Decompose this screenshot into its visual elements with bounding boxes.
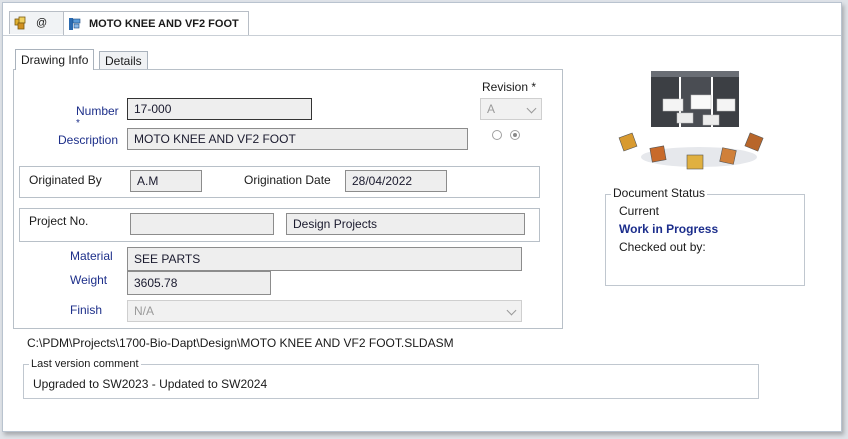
version-comment-text: Upgraded to SW2023 - Updated to SW2024	[33, 377, 268, 391]
origination-date-field[interactable]: 28/04/2022	[345, 170, 447, 192]
project-no-label: Project No.	[29, 214, 89, 228]
project-group: Project No. Design Projects	[19, 208, 540, 242]
number-label: Number	[76, 104, 119, 118]
status-current-label: Current	[619, 204, 660, 218]
tab-details-label: Details	[105, 54, 142, 68]
tab-details[interactable]: Details	[99, 51, 148, 70]
file-tab-bar: @ MOTO KNEE AND VF2 FOOT	[3, 3, 841, 36]
project-no-field[interactable]	[130, 213, 274, 235]
data-card-panel: @ MOTO KNEE AND VF2 FOOT Drawing Info De…	[2, 2, 842, 432]
file-tab-references[interactable]: @	[9, 11, 67, 34]
origination-group: Originated By A.M Origination Date 28/04…	[19, 166, 540, 198]
version-comment-title: Last version comment	[29, 358, 141, 370]
material-field[interactable]: SEE PARTS	[127, 247, 522, 271]
revision-label: Revision *	[482, 80, 537, 94]
number-field[interactable]: 17-000	[127, 98, 312, 120]
drawing-info-form: Number * 17-000 Description MOTO KNEE AN…	[13, 69, 563, 329]
tab-drawing-info[interactable]: Drawing Info	[15, 49, 95, 70]
weight-field[interactable]: 3605.78	[127, 271, 271, 295]
vault-server-illustration	[618, 71, 764, 170]
finish-select[interactable]: N/A	[127, 300, 522, 322]
description-value: MOTO KNEE AND VF2 FOOT	[134, 132, 296, 146]
description-field[interactable]: MOTO KNEE AND VF2 FOOT	[127, 128, 468, 150]
file-tab-moto-knee[interactable]: MOTO KNEE AND VF2 FOOT	[63, 11, 249, 35]
file-tab-moto-knee-label: MOTO KNEE AND VF2 FOOT	[89, 17, 239, 30]
chevron-down-icon	[526, 103, 537, 114]
status-state-value: Work in Progress	[619, 222, 719, 236]
file-path: C:\PDM\Projects\1700-Bio-Dapt\Design\MOT…	[27, 336, 454, 350]
originated-by-value: A.M	[137, 174, 159, 188]
weight-label: Weight	[70, 273, 108, 287]
origination-date-label: Origination Date	[244, 173, 331, 187]
revision-value: A	[487, 102, 496, 116]
revision-radio-1[interactable]	[492, 130, 502, 140]
checked-out-label: Checked out by:	[619, 240, 706, 254]
description-label: Description	[58, 133, 119, 147]
material-value: SEE PARTS	[134, 252, 201, 266]
assembly-icon	[14, 16, 26, 30]
assembly-file-icon	[69, 17, 81, 30]
document-status-title: Document Status	[611, 186, 708, 200]
revision-select[interactable]: A	[480, 98, 542, 120]
material-label: Material	[70, 249, 113, 263]
finish-label: Finish	[70, 303, 103, 317]
finish-value: N/A	[134, 304, 155, 318]
revision-radio-2[interactable]	[510, 130, 520, 140]
origination-date-value: 28/04/2022	[352, 174, 413, 188]
originated-by-field[interactable]: A.M	[130, 170, 202, 192]
originated-by-label: Originated By	[29, 173, 102, 187]
weight-value: 3605.78	[134, 276, 178, 290]
number-required-marker: *	[76, 118, 80, 129]
chevron-down-icon	[506, 305, 517, 316]
tab-drawing-info-label: Drawing Info	[21, 53, 89, 67]
project-name-value: Design Projects	[293, 217, 378, 231]
project-name-field[interactable]: Design Projects	[286, 213, 525, 235]
number-value: 17-000	[134, 102, 172, 116]
file-tab-references-label: @	[36, 17, 48, 29]
